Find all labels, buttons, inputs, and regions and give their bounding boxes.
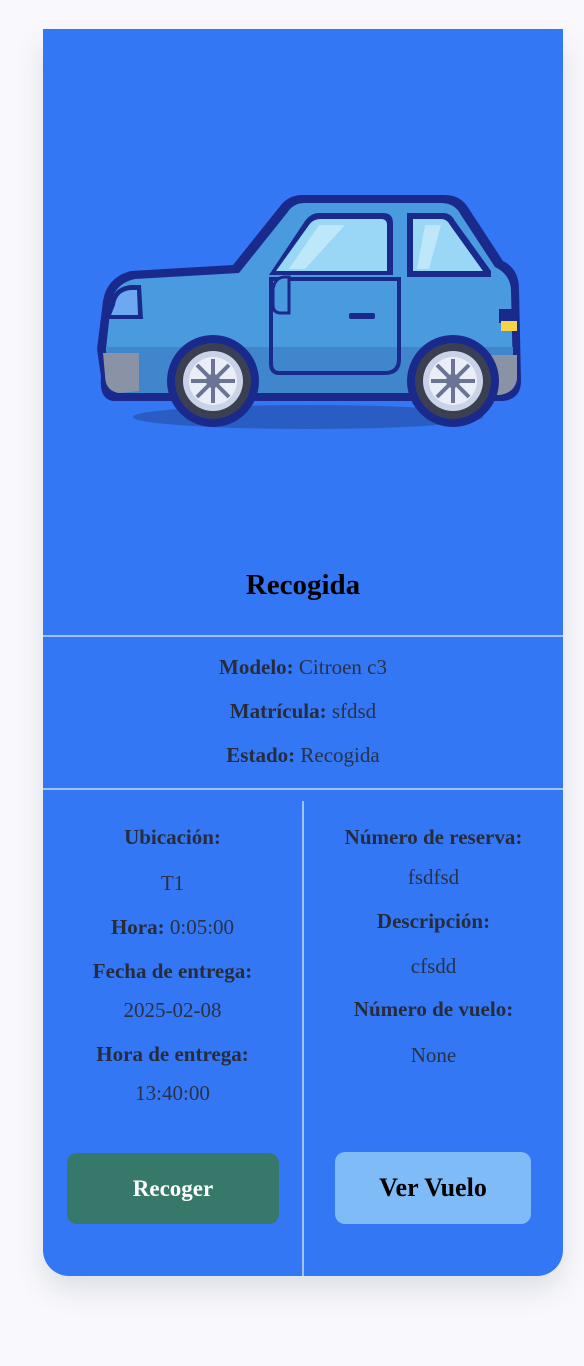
left-column: Ubicación: T1 Hora: 0:05:00 Fecha de ent… [43,801,302,1131]
descripcion-label: Descripción: [376,909,491,933]
status-title: Recogida [245,569,361,601]
reserva-value: fsdfsd [407,865,460,889]
modelo-line: Modelo: Citroen c3 [43,655,563,680]
hora-label: Hora: [110,915,165,939]
reserva-label: Número de reserva: [344,825,523,849]
modelo-label: Modelo: [219,655,294,679]
car-illustration [97,195,521,429]
ubicacion-value: T1 [160,871,185,895]
estado-line: Estado: Recogida [43,743,563,768]
divider-middle [43,788,563,790]
vuelo-label: Número de vuelo: [353,997,514,1021]
fecha-entrega-value: 2025-02-08 [123,998,222,1022]
recoger-button[interactable]: Recoger [67,1153,279,1224]
hora-entrega-value: 13:40:00 [135,1081,210,1105]
ver-vuelo-button[interactable]: Ver Vuelo [335,1152,531,1224]
fecha-entrega-label: Fecha de entrega: [92,959,253,983]
matricula-label: Matrícula: [229,699,327,723]
matricula-line: Matrícula: sfdsd [43,699,563,724]
matricula-value: sfdsd [331,699,377,723]
estado-label: Estado: [226,743,296,767]
ubicacion-label: Ubicación: [124,825,221,849]
estado-value: Recogida [300,743,380,767]
hora-value: 0:05:00 [169,915,235,939]
hora-entrega-label: Hora de entrega: [96,1042,249,1066]
divider-top [43,635,563,637]
car-image [43,29,563,559]
descripcion-value: cfsdd [410,954,457,978]
reservation-card: Recogida Modelo: Citroen c3 Matrícula: s… [43,29,563,1276]
vuelo-value: None [410,1043,457,1067]
modelo-value: Citroen c3 [298,655,387,679]
right-column: Número de reserva: fsdfsd Descripción: c… [304,801,563,1101]
